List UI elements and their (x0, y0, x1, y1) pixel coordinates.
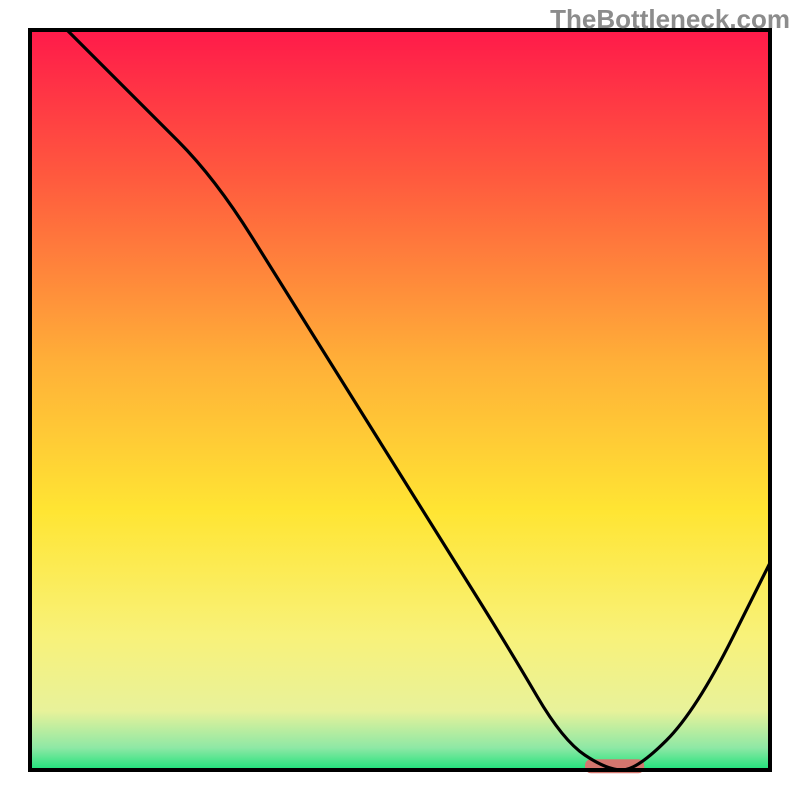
plot-background (30, 30, 770, 770)
chart-container: { "watermark": "TheBottleneck.com", "cha… (0, 0, 800, 800)
watermark-text: TheBottleneck.com (550, 4, 790, 35)
bottleneck-chart (0, 0, 800, 800)
